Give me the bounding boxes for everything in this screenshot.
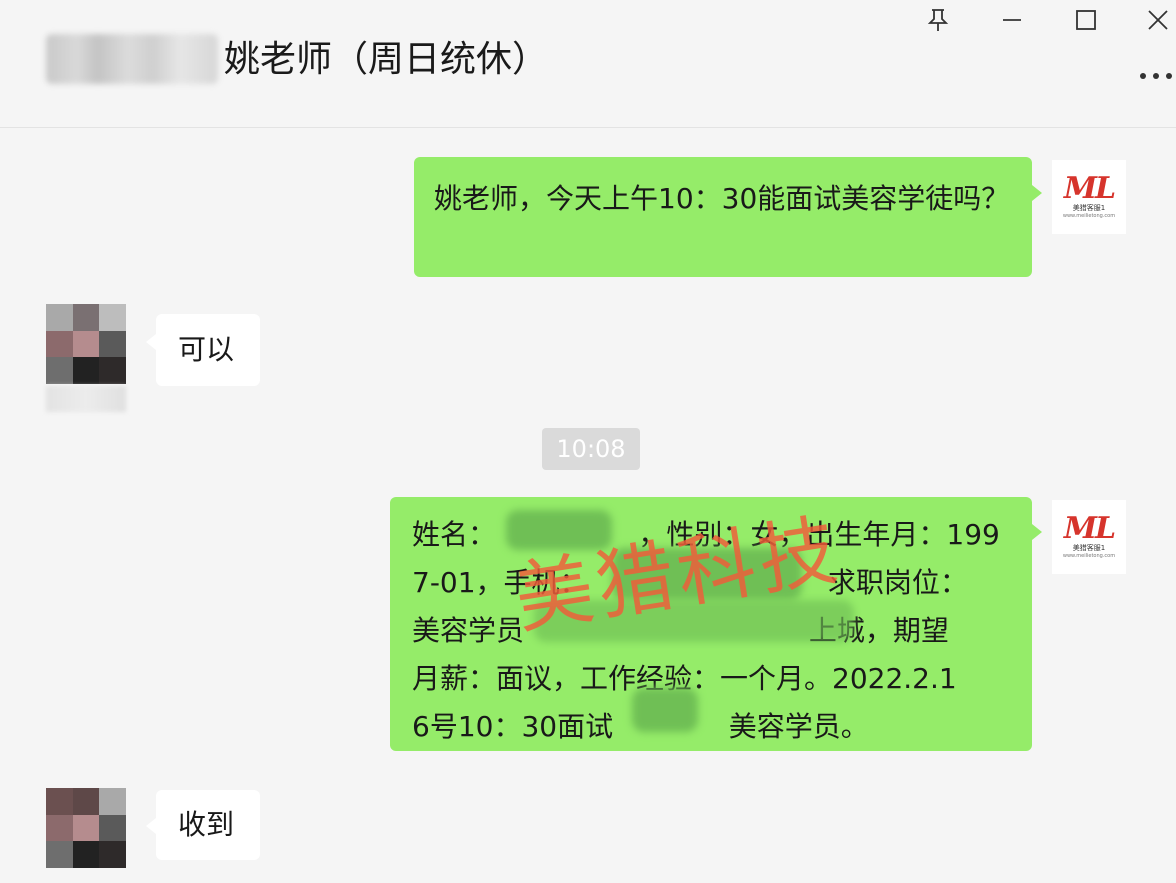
brand-logo-url: www.meilietong.com	[1062, 213, 1116, 219]
pin-button[interactable]	[914, 0, 962, 40]
redacted-store	[632, 688, 698, 732]
minimize-button[interactable]	[988, 0, 1036, 40]
my-avatar[interactable]: ML 美猎客服1 www.meilietong.com	[1052, 160, 1126, 234]
bubble-tail	[146, 334, 156, 350]
contact-avatar[interactable]	[46, 304, 126, 384]
received-message-bubble[interactable]: 收到	[156, 790, 260, 860]
received-message-bubble[interactable]: 可以	[156, 314, 260, 386]
brand-logo: ML	[1063, 511, 1116, 546]
bubble-tail	[146, 818, 156, 834]
chat-title: 姚老师（周日统休）	[224, 39, 549, 80]
contact-avatar[interactable]	[46, 788, 126, 868]
chat-header: 姚老师（周日统休）	[0, 0, 1176, 128]
minimize-icon	[1003, 19, 1021, 21]
brand-logo: ML	[1063, 171, 1116, 206]
more-button[interactable]	[1138, 62, 1174, 90]
message-text: 收到	[178, 808, 235, 841]
maximize-icon	[1076, 10, 1096, 30]
redacted-contact-avatar	[46, 34, 218, 84]
bubble-tail	[1032, 524, 1042, 540]
sent-message-bubble[interactable]: 姚老师，今天上午10：30能面试美容学徒吗？	[414, 157, 1032, 277]
message-text: 姚老师，今天上午10：30能面试美容学徒吗？	[434, 182, 1010, 215]
brand-logo-url: www.meilietong.com	[1062, 553, 1116, 559]
bubble-tail	[1032, 185, 1042, 201]
my-avatar[interactable]: ML 美猎客服1 www.meilietong.com	[1052, 500, 1126, 574]
close-button[interactable]	[1134, 0, 1176, 40]
more-icon	[1140, 73, 1172, 79]
brand-logo-subtitle: 美猎客服1	[1072, 204, 1106, 212]
brand-logo-subtitle: 美猎客服1	[1072, 544, 1106, 552]
timestamp: 10:08	[542, 428, 640, 470]
close-icon	[1148, 10, 1168, 30]
message-text: 可以	[178, 333, 235, 366]
message-line: 6号10：30面试 美容学员。	[412, 710, 869, 743]
avatar-blur	[46, 386, 126, 412]
pin-icon	[927, 9, 949, 31]
maximize-button[interactable]	[1062, 0, 1110, 40]
message-line: 月薪：面议，工作经验：一个月。2022.2.1	[412, 662, 957, 695]
